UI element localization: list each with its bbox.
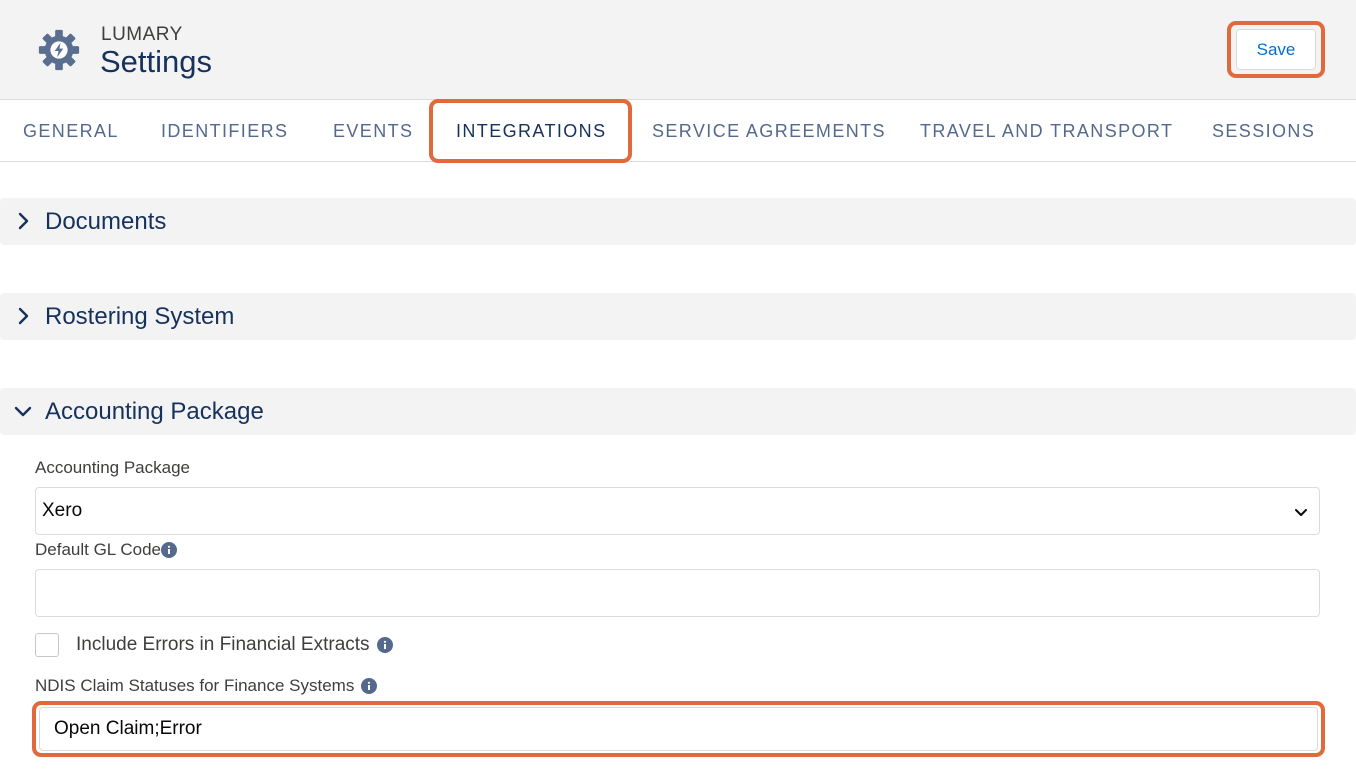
save-button[interactable]: Save <box>1236 29 1316 70</box>
accounting-package-label-text: Accounting Package <box>35 458 190 477</box>
section-documents-title: Documents <box>45 207 167 235</box>
page-header: LUMARY Settings Save <box>0 0 1356 100</box>
accounting-package-label: Accounting Package <box>35 458 190 478</box>
ndis-claim-statuses-label: NDIS Claim Statuses for Finance Systems <box>35 676 378 696</box>
include-errors-checkbox[interactable] <box>35 633 59 657</box>
tab-general[interactable]: GENERAL <box>23 101 119 161</box>
tab-events[interactable]: EVENTS <box>333 101 413 161</box>
chevron-right-icon <box>18 212 29 230</box>
accounting-package-select[interactable]: Xero <box>35 487 1320 535</box>
gear-bolt-icon <box>38 29 80 71</box>
tab-service-agreements[interactable]: SERVICE AGREEMENTS <box>652 101 886 161</box>
info-icon[interactable] <box>161 542 177 558</box>
chevron-down-icon <box>14 406 32 417</box>
settings-tabs: GENERAL IDENTIFIERS EVENTS INTEGRATIONS … <box>0 101 1356 162</box>
accounting-package-selected-value: Xero <box>42 500 83 521</box>
section-documents-header[interactable]: Documents <box>0 198 1356 245</box>
default-gl-code-label-text: Default GL Code <box>35 540 161 559</box>
include-errors-label: Include Errors in Financial Extracts <box>76 633 393 657</box>
tab-travel-and-transport[interactable]: TRAVEL AND TRANSPORT <box>920 101 1173 161</box>
chevron-right-icon <box>18 307 29 325</box>
app-name: LUMARY <box>101 24 183 45</box>
section-accounting-package-title: Accounting Package <box>45 397 264 425</box>
default-gl-code-label: Default GL Code <box>35 540 177 560</box>
tab-identifiers[interactable]: IDENTIFIERS <box>161 101 288 161</box>
tab-sessions[interactable]: SESSIONS <box>1212 101 1315 161</box>
ndis-claim-statuses-input[interactable] <box>39 707 1318 751</box>
integrations-tab-highlight-box <box>429 99 632 163</box>
section-rostering-system-title: Rostering System <box>45 302 235 330</box>
page-title: Settings <box>100 44 213 79</box>
info-icon[interactable] <box>376 637 393 653</box>
default-gl-code-input[interactable] <box>35 569 1320 617</box>
section-rostering-system-header[interactable]: Rostering System <box>0 293 1356 340</box>
ndis-claim-statuses-label-text: NDIS Claim Statuses for Finance Systems <box>35 676 355 695</box>
section-accounting-package-header[interactable]: Accounting Package <box>0 388 1356 435</box>
info-icon[interactable] <box>361 678 378 694</box>
chevron-down-icon <box>1295 509 1307 516</box>
include-errors-label-text: Include Errors in Financial Extracts <box>76 634 370 655</box>
